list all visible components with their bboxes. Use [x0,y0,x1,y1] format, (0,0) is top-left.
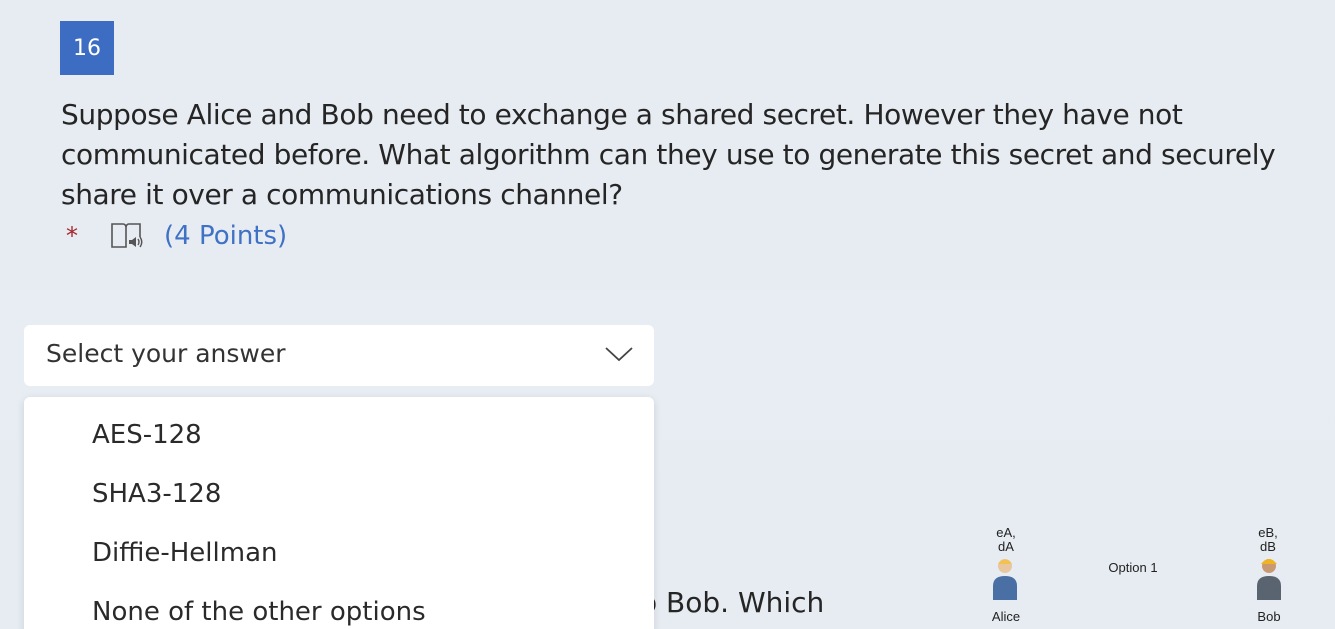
next-question-partial-text: o Bob. Which [640,586,825,619]
question-meta: * (4 Points) [66,216,287,256]
option-diffie-hellman[interactable]: Diffie-Hellman [92,538,278,568]
answer-select[interactable]: Select your answer [24,325,654,386]
option-aes-128[interactable]: AES-128 [92,420,202,450]
bob-figure-icon [1257,559,1281,600]
option-sha3-128[interactable]: SHA3-128 [92,479,221,509]
question-card: 16 Suppose Alice and Bob need to exchang… [0,0,1335,290]
question-number-badge: 16 [60,21,114,75]
alice-key-e: eA, [996,525,1016,540]
option-none-of-the-other-options[interactable]: None of the other options [92,597,426,627]
chevron-down-icon [605,347,633,362]
bob-key-e: eB, [1258,525,1278,540]
alice-figure-icon [993,559,1017,600]
bob-keys-label: eB, dB [1254,526,1282,554]
immersive-reader-icon[interactable] [110,221,144,251]
alice-name-label: Alice [991,609,1021,624]
answer-dropdown-list: AES-128 SHA3-128 Diffie-Hellman None of … [24,397,654,629]
alice-keys-label: eA, dA [992,526,1020,554]
question-text: Suppose Alice and Bob need to exchange a… [61,98,1276,211]
question-points: (4 Points) [164,221,288,251]
answer-select-placeholder: Select your answer [46,339,286,368]
key-exchange-diagram: eA, dA Alice Option 1 eB, dB Bob [960,520,1335,629]
alice-key-d: dA [998,539,1014,554]
required-marker: * [66,222,78,250]
bob-name-label: Bob [1257,609,1281,624]
bob-key-d: dB [1260,539,1276,554]
option-1-label: Option 1 [1108,560,1158,575]
